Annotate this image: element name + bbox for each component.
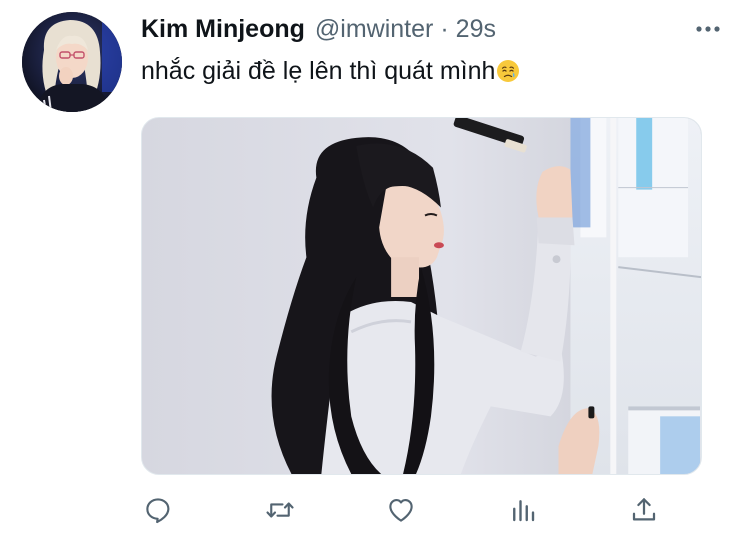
handle[interactable]: @imwinter [315, 15, 433, 44]
tweet-text: nhắc giải đề lẹ lên thì quát mình [141, 54, 520, 88]
separator-dot: · [440, 14, 449, 43]
analytics-button[interactable] [503, 490, 543, 530]
more-options-button[interactable] [686, 14, 730, 44]
avatar-image [22, 12, 122, 112]
retweet-icon [266, 502, 294, 518]
more-horizontal-icon [696, 26, 720, 32]
retweet-button[interactable] [260, 490, 300, 530]
tweet: Kim Minjeong @imwinter · 29s nhắc giải đ… [0, 0, 750, 540]
analytics-icon [513, 500, 535, 522]
photo-image [142, 118, 701, 474]
display-name[interactable]: Kim Minjeong [141, 15, 305, 44]
timestamp[interactable]: 29s [456, 15, 496, 44]
avatar[interactable] [22, 12, 122, 112]
tweet-text-body: nhắc giải đề lẹ lên thì quát mình [141, 57, 496, 85]
share-icon [632, 498, 656, 521]
tweet-media-photo[interactable] [141, 117, 702, 475]
tweet-header: Kim Minjeong @imwinter · 29s [141, 12, 496, 46]
reply-button[interactable] [138, 490, 178, 530]
tweet-actions-bar [141, 490, 671, 530]
share-button[interactable] [624, 490, 664, 530]
sad-but-relieved-face-emoji [496, 59, 520, 83]
like-icon [389, 498, 413, 522]
reply-icon [146, 498, 170, 524]
like-button[interactable] [381, 490, 421, 530]
